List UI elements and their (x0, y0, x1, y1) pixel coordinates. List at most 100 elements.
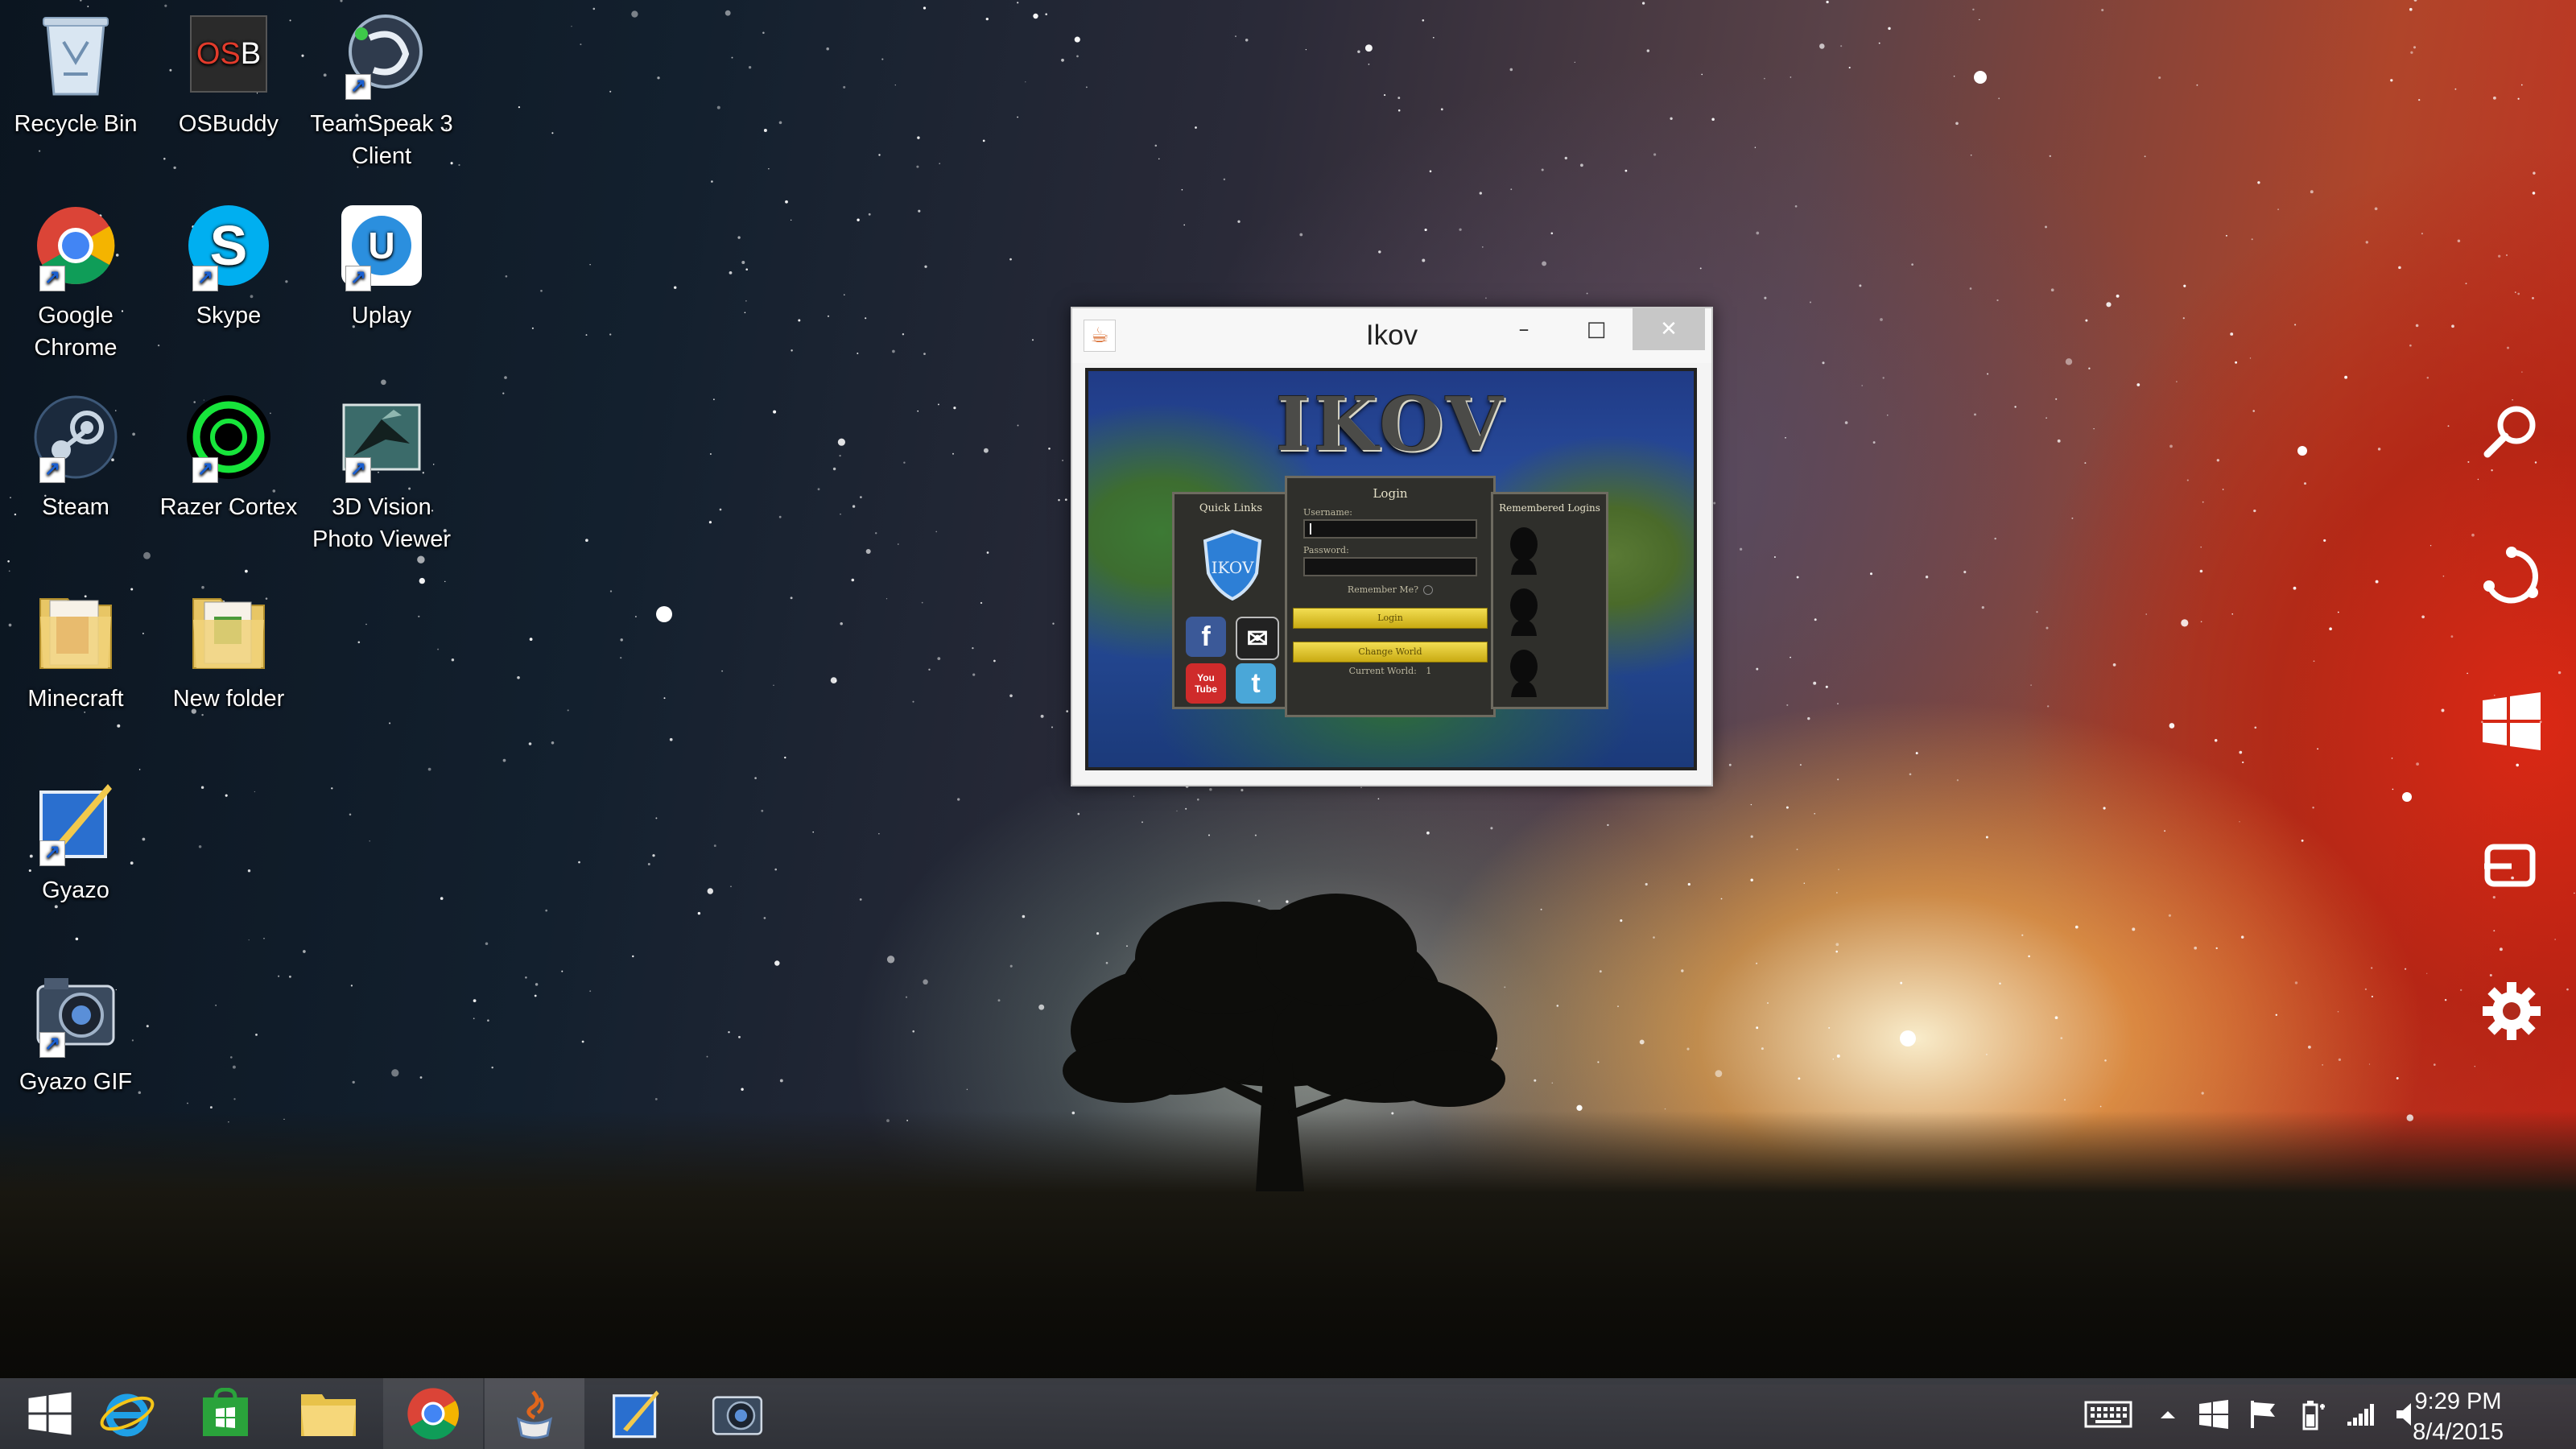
youtube-link-icon[interactable]: You Tube (1186, 663, 1226, 704)
desktop-icon-steam[interactable]: ↗ Steam (3, 385, 148, 523)
star (1911, 263, 1913, 266)
star (631, 10, 638, 18)
star (620, 657, 622, 659)
bright-star (2402, 792, 2412, 802)
desktop-icon-recycle-bin[interactable]: Recycle Bin (3, 2, 148, 140)
facebook-link-icon[interactable]: f (1186, 617, 1226, 657)
star (198, 845, 202, 848)
search-charm[interactable] (2479, 399, 2544, 464)
desktop-icon-skype[interactable]: S ↗ Skype (156, 193, 301, 332)
star (912, 1030, 914, 1033)
close-button[interactable]: ✕ (1633, 308, 1705, 350)
action-center-flag-icon[interactable] (2246, 1399, 2281, 1430)
devices-charm[interactable] (2479, 834, 2544, 898)
star (2214, 739, 2218, 742)
star (2230, 332, 2234, 336)
ikov-shield-icon[interactable]: IKOV (1200, 528, 1265, 601)
desktop-icon-gyazo[interactable]: ↗ Gyazo (3, 768, 148, 906)
star (418, 615, 420, 617)
share-charm[interactable] (2479, 544, 2544, 609)
star (143, 551, 151, 559)
star (2060, 1037, 2063, 1039)
star (2505, 254, 2508, 257)
star (716, 105, 720, 109)
star (2557, 671, 2562, 675)
star (1058, 499, 1060, 502)
window-titlebar[interactable]: ☕ Ikov – □ ✕ (1072, 308, 1711, 363)
start-charm[interactable] (2479, 689, 2544, 753)
taskbar-java[interactable] (485, 1378, 584, 1449)
taskbar-gyazo-gif[interactable] (687, 1378, 787, 1449)
star (1181, 188, 1183, 191)
star (2429, 545, 2432, 547)
star (2489, 974, 2492, 976)
desktop-icon-minecraft[interactable]: Minecraft (3, 576, 148, 715)
remembered-login-slot-3[interactable] (1506, 649, 1542, 697)
gyazo-icon (613, 1390, 659, 1439)
desktop-icon-osbuddy[interactable]: OSB OSBuddy (156, 2, 301, 140)
star (2046, 626, 2049, 630)
star (331, 787, 333, 790)
show-hidden-icons-chevron-icon[interactable] (2154, 1399, 2182, 1430)
desktop-icon-uplay[interactable]: U ↗ Uplay (309, 193, 454, 332)
star (2409, 7, 2413, 11)
star (719, 508, 722, 511)
maximize-button[interactable]: □ (1560, 308, 1633, 350)
star (529, 638, 533, 641)
mail-link-icon[interactable]: ✉ (1236, 617, 1279, 660)
star (2050, 288, 2054, 292)
star (1786, 704, 1789, 706)
star (878, 833, 880, 835)
taskbar-chrome[interactable] (383, 1378, 483, 1449)
star (2104, 1059, 2107, 1062)
star (857, 218, 860, 221)
windows-tray-icon[interactable] (2196, 1399, 2231, 1430)
network-signal-icon[interactable] (2343, 1399, 2378, 1430)
star (865, 548, 871, 555)
star (2168, 914, 2171, 917)
chrome-icon: ↗ (23, 193, 128, 298)
star (1835, 950, 1838, 953)
twitter-link-icon[interactable]: t (1236, 663, 1276, 704)
remembered-login-slot-2[interactable] (1506, 588, 1542, 636)
remember-me-checkbox[interactable] (1423, 584, 1434, 595)
star (2338, 1058, 2342, 1062)
taskbar-store[interactable] (175, 1378, 275, 1449)
star (647, 863, 650, 865)
desktop-icon-razer-cortex[interactable]: ↗ Razer Cortex (156, 385, 301, 523)
desktop-icon-chrome[interactable]: ↗ Google Chrome (3, 193, 148, 364)
username-field[interactable] (1303, 519, 1477, 539)
desktop-icon-teamspeak[interactable]: ↗ TeamSpeak 3 Client (309, 2, 454, 172)
taskbar-clock[interactable]: 9:29 PM 8/4/2015 (2413, 1386, 2504, 1447)
star (1687, 882, 1690, 886)
password-field[interactable] (1303, 557, 1477, 576)
remembered-login-slot-1[interactable] (1506, 526, 1542, 575)
star (1999, 982, 2001, 985)
star (917, 410, 919, 412)
change-world-button[interactable]: Change World (1293, 642, 1488, 663)
settings-charm[interactable] (2479, 979, 2544, 1043)
touch-keyboard-icon[interactable] (2083, 1399, 2133, 1430)
ikov-window[interactable]: ☕ Ikov – □ ✕ IKOV Quick Links IKOV f ✉ Y… (1071, 307, 1713, 786)
star (1974, 413, 1976, 416)
login-button[interactable]: Login (1293, 608, 1488, 629)
star (1208, 834, 1210, 836)
taskbar-internet-explorer[interactable] (77, 1378, 177, 1449)
desktop-icon-gyazo-gif[interactable]: ↗ Gyazo GIF (3, 960, 148, 1098)
taskbar-file-explorer[interactable] (279, 1378, 378, 1449)
star (1739, 547, 1743, 551)
minimize-button[interactable]: – (1488, 308, 1560, 350)
star (1799, 764, 1802, 766)
star (2202, 501, 2204, 503)
taskbar-gyazo[interactable] (586, 1378, 686, 1449)
desktop-icon-label: TeamSpeak 3 Client (310, 111, 453, 169)
desktop-icon-new-folder[interactable]: New folder (156, 576, 301, 715)
game-client-area[interactable]: IKOV Quick Links IKOV f ✉ You Tube t Log… (1085, 368, 1697, 770)
star (1994, 537, 1996, 540)
desktop-icon-3d-vision[interactable]: ↗ 3D Vision Photo Viewer (309, 385, 454, 555)
star (745, 268, 749, 271)
star (248, 939, 250, 941)
shortcut-arrow-icon: ↗ (345, 457, 371, 483)
star (589, 990, 592, 993)
battery-icon[interactable] (2296, 1399, 2331, 1430)
